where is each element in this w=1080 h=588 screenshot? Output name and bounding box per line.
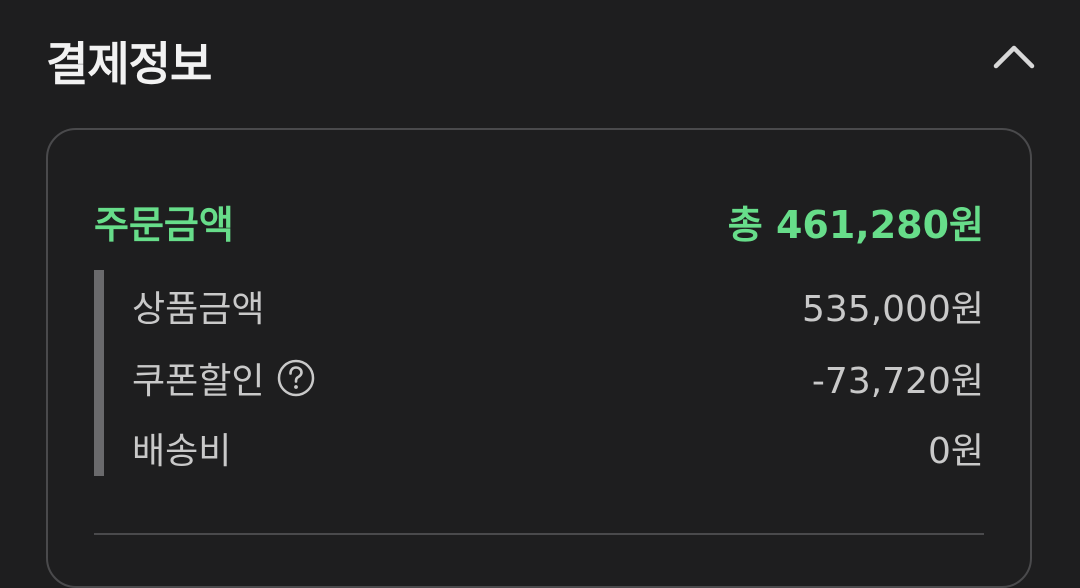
section-divider [94,533,984,535]
breakdown-indicator-bar [94,270,104,476]
coupon-discount-value: -73,720원 [811,361,984,402]
product-amount-label: 상품금액 [132,289,265,330]
collapse-button[interactable] [992,36,1036,80]
coupon-discount-row: 쿠폰할인 -73,720원 [132,352,984,402]
question-circle-icon[interactable] [276,358,316,398]
payment-info-header: 결제정보 [46,22,1036,92]
section-title: 결제정보 [46,37,212,91]
amount-breakdown: 상품금액 535,000원 쿠폰할인 -73,720원 배송비 0원 [94,270,984,478]
chevron-up-icon [993,45,1035,69]
product-amount-row: 상품금액 535,000원 [132,280,984,330]
order-amount-label: 주문금액 [94,203,234,247]
product-amount-value: 535,000원 [802,289,984,330]
coupon-discount-label: 쿠폰할인 [132,361,265,402]
shipping-fee-row: 배송비 0원 [132,422,984,472]
shipping-fee-value: 0원 [927,431,984,472]
shipping-fee-label: 배송비 [132,431,232,472]
payment-summary-card: 주문금액 총 461,280원 상품금액 535,000원 쿠폰할인 -73,7… [46,128,1032,588]
order-amount-row: 주문금액 총 461,280원 [94,194,984,247]
order-total-value: 총 461,280원 [727,203,984,247]
